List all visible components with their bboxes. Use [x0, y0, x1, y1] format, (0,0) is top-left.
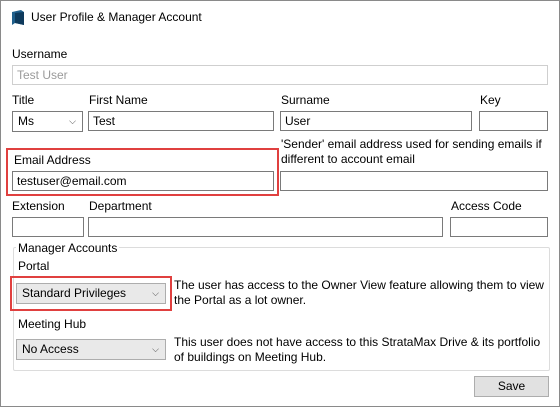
department-field[interactable] [88, 217, 443, 237]
meeting-hub-select[interactable]: No Access ⌵ [16, 339, 166, 360]
dialog-window: User Profile & Manager Account Username … [0, 0, 560, 407]
access-code-field[interactable] [450, 217, 548, 237]
title-select[interactable]: Ms ⌵ [12, 111, 83, 132]
extension-field[interactable] [12, 217, 84, 237]
portal-highlight-box [10, 276, 172, 311]
app-icon [12, 10, 24, 25]
portal-label: Portal [18, 259, 50, 273]
meeting-hub-select-value: No Access [22, 342, 79, 356]
surname-field[interactable]: User [280, 111, 472, 131]
username-label: Username [12, 47, 68, 61]
chevron-down-icon: ⌵ [152, 344, 159, 354]
title-bar: User Profile & Manager Account [1, 1, 559, 35]
sender-email-label: 'Sender' email address used for sending … [281, 137, 542, 166]
window-title: User Profile & Manager Account [31, 10, 202, 24]
save-button[interactable]: Save [474, 376, 549, 397]
key-label: Key [480, 93, 501, 107]
meeting-hub-description: This user does not have access to this S… [174, 335, 541, 364]
manager-accounts-label: Manager Accounts [16, 241, 120, 255]
username-field[interactable]: Test User [12, 65, 548, 85]
key-field[interactable] [479, 111, 548, 131]
first-name-field[interactable]: Test [88, 111, 274, 131]
portal-description: The user has access to the Owner View fe… [174, 278, 544, 307]
access-code-label: Access Code [451, 199, 522, 213]
department-label: Department [89, 199, 152, 213]
email-highlight-box [6, 148, 279, 196]
extension-label: Extension [12, 199, 65, 213]
sender-email-field[interactable] [280, 171, 548, 191]
surname-label: Surname [281, 93, 330, 107]
title-label: Title [12, 93, 35, 107]
chevron-down-icon: ⌵ [69, 116, 76, 126]
meeting-hub-label: Meeting Hub [18, 317, 87, 331]
title-select-value: Ms [18, 114, 34, 128]
first-name-label: First Name [89, 93, 148, 107]
